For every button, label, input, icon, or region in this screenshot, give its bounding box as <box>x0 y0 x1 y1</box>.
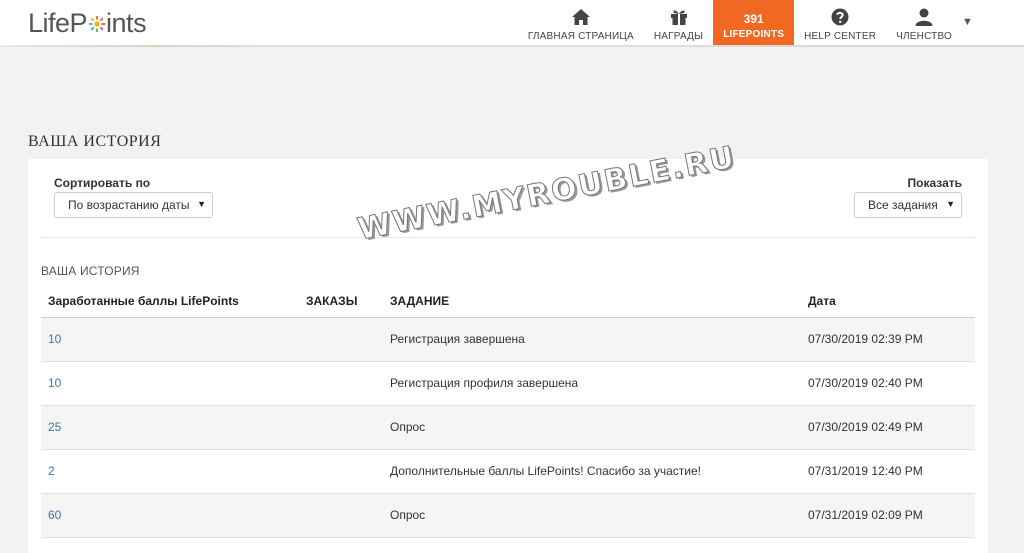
filters-divider <box>41 237 975 238</box>
lifepoints-logo[interactable]: LifeP ints <box>28 7 147 39</box>
table-row: 60 Опрос 07/31/2019 02:09 PM <box>41 494 975 537</box>
column-header-orders: ЗАКАЗЫ <box>306 294 358 308</box>
column-header-task: ЗАДАНИЕ <box>390 294 450 308</box>
row-date: 07/30/2019 02:40 PM <box>808 376 923 390</box>
column-header-points: Заработанные баллы LifePoints <box>48 294 239 308</box>
row-divider <box>41 537 975 538</box>
row-task: Регистрация профиля завершена <box>390 376 579 390</box>
show-label: Показать <box>907 176 962 190</box>
row-points[interactable]: 10 <box>48 332 61 346</box>
row-task: Дополнительные баллы LifePoints! Спасибо… <box>390 464 701 478</box>
logo-text-start: LifeP <box>28 7 88 38</box>
row-date: 07/31/2019 12:40 PM <box>808 464 923 478</box>
question-icon <box>831 8 849 26</box>
sort-select-caret-icon: ▼ <box>197 199 206 209</box>
row-date: 07/31/2019 02:09 PM <box>808 508 923 522</box>
membership-dropdown-caret-icon[interactable]: ▼ <box>962 0 978 46</box>
nav-membership[interactable]: ЧЛЕНСТВО <box>886 0 962 46</box>
row-task: Опрос <box>390 420 426 434</box>
nav-membership-label: ЧЛЕНСТВО <box>896 31 952 42</box>
column-header-date: Дата <box>808 294 836 308</box>
page-title: ВАША ИСТОРИЯ <box>28 133 162 150</box>
table-row: 10 Регистрация завершена 07/30/2019 02:3… <box>41 318 975 361</box>
main-nav: ГЛАВНАЯ СТРАНИЦА НАГРАДЫ 391 LIFEPOINTS … <box>518 0 1024 46</box>
sort-select[interactable]: По возрастанию даты ▼ <box>54 192 213 218</box>
sort-label: Сортировать по <box>54 176 151 190</box>
history-section-label: ВАША ИСТОРИЯ <box>41 264 140 278</box>
table-row: 2 Дополнительные баллы LifePoints! Спаси… <box>41 450 975 493</box>
row-task: Опрос <box>390 508 426 522</box>
show-select[interactable]: Все задания ▼ <box>854 192 962 218</box>
nav-help-center[interactable]: HELP CENTER <box>794 0 886 46</box>
sort-select-value: По возрастанию даты <box>68 198 190 212</box>
row-points[interactable]: 60 <box>48 508 61 522</box>
row-points[interactable]: 10 <box>48 376 61 390</box>
home-icon <box>571 9 590 25</box>
header-accent-strip <box>0 45 1024 47</box>
nav-home[interactable]: ГЛАВНАЯ СТРАНИЦА <box>518 0 644 46</box>
table-row: 25 Опрос 07/30/2019 02:49 PM <box>41 406 975 449</box>
logo-text-end: ints <box>106 7 147 38</box>
row-task: Регистрация завершена <box>390 332 525 346</box>
gift-icon <box>670 10 687 25</box>
row-points[interactable]: 2 <box>48 464 55 478</box>
nav-rewards[interactable]: НАГРАДЫ <box>644 0 713 46</box>
row-points[interactable]: 25 <box>48 420 61 434</box>
show-select-caret-icon: ▼ <box>946 199 955 209</box>
points-balance-label: LIFEPOINTS <box>723 29 785 40</box>
user-icon <box>915 8 933 26</box>
nav-help-label: HELP CENTER <box>804 31 877 42</box>
sun-logo-icon <box>88 15 106 33</box>
row-date: 07/30/2019 02:49 PM <box>808 420 923 434</box>
nav-points-balance[interactable]: 391 LIFEPOINTS <box>713 0 795 46</box>
top-navbar: LifeP ints ГЛАВНАЯ СТРАНИЦА НАГРАДЫ 391 … <box>0 0 1024 47</box>
nav-rewards-label: НАГРАДЫ <box>653 31 704 42</box>
show-select-value: Все задания <box>868 198 938 212</box>
points-balance-value: 391 <box>743 12 764 26</box>
table-row: 10 Регистрация профиля завершена 07/30/2… <box>41 362 975 405</box>
row-date: 07/30/2019 02:39 PM <box>808 332 923 346</box>
nav-home-label: ГЛАВНАЯ СТРАНИЦА <box>527 31 634 42</box>
